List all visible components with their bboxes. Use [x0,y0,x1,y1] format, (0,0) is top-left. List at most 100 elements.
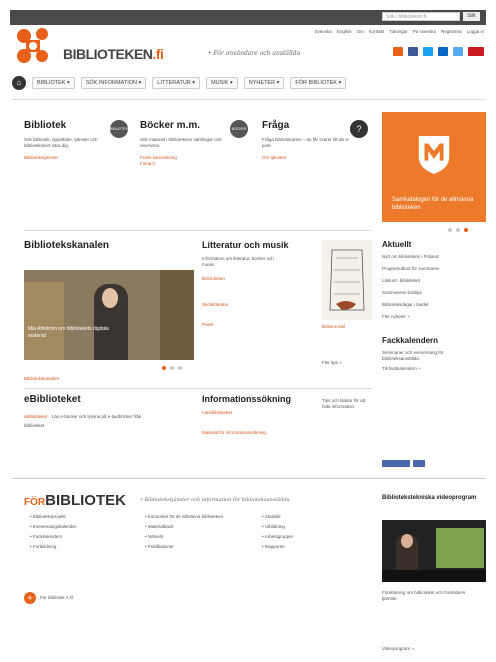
list-item[interactable]: • Rapporter [262,542,362,552]
fackkalendern-title[interactable]: Fackkalendern [382,336,486,345]
top-link[interactable]: Logga in [467,29,484,34]
nav-item-nyheter[interactable]: NYHETER ▾ [243,77,285,89]
video-player[interactable]: Mia Ahlström om bibliotekets digitala ma… [24,270,194,360]
promo-banner[interactable]: Samkatalogen för de allmänna biblioteken [382,112,486,222]
infosok-title[interactable]: Informationssökning [202,394,314,404]
pager-dot[interactable] [456,228,460,232]
twitter-icon[interactable] [423,47,433,56]
search-button[interactable]: Sök [463,12,480,21]
list-item[interactable]: • Evenemangskalender [30,522,130,532]
top-link[interactable]: Kontakt [369,29,384,34]
top-link[interactable]: English [337,29,352,34]
rss-icon[interactable] [393,47,403,56]
list-item[interactable]: • Statistik [262,512,362,522]
fraga-badge-icon[interactable]: ? [350,120,368,138]
ebib-link[interactable]: eBiblioteket [24,414,47,419]
nav-label: NYHETER [248,80,276,86]
footer-brand-prefix: FÖR [24,497,46,508]
home-icon[interactable]: ⌂ [12,76,26,90]
video-pager[interactable] [162,366,182,370]
videoprog-more[interactable]: Videoprogram » [382,646,414,652]
fackkalendern-more[interactable]: Till fackkalendern » [382,366,486,372]
list-item[interactable]: • Konsortiet för de allmänna biblioteken [145,512,245,522]
list-item[interactable]: • Publikationer [145,542,245,552]
bocker-link-2[interactable]: Finna.fi [140,161,250,167]
nav-item-sok-information[interactable]: SÖK INFORMATION ▾ [80,77,147,89]
pager-dot[interactable] [448,228,452,232]
facebook-icon[interactable] [408,47,418,56]
tagline: • För användare och anställda [208,50,301,57]
brand-title[interactable]: BIBLIOTEKEN.fi [63,46,164,62]
top-link[interactable]: Pa svenska [413,29,436,34]
bibkanal-title[interactable]: Bibliotekskanalen [24,240,109,251]
top-links: Svenska English Om Kontakt Tidningar Pa … [315,29,484,34]
videoprog-thumbnail[interactable] [382,520,486,582]
infosok-link[interactable]: Länkbiblioteket [202,410,314,416]
littmusik-link-text [202,308,278,314]
logo-icon[interactable] [12,26,62,66]
nav-item-bibliotek[interactable]: BIBLIOTEK ▾ [32,77,75,89]
video-band [382,570,486,582]
top-link[interactable]: Svenska [315,29,332,34]
list-item[interactable]: Sommarens boktips [382,290,472,296]
book-cover-image[interactable] [322,240,372,320]
share-button[interactable] [413,460,425,467]
aktuellt-box: Aktuellt Nytt om biblioteken i Finland P… [382,240,486,372]
linkedin-icon[interactable] [438,47,448,56]
bocker-badge-icon[interactable]: BÖCKER [230,120,248,138]
pager-dot[interactable] [170,366,174,370]
search-input[interactable]: Sök i biblioteken.fi [382,12,460,21]
pager-dot-active[interactable] [162,366,166,370]
list-item[interactable]: • Biblioteksprojekt [30,512,130,522]
share-icon[interactable] [453,47,463,56]
bibliotek-link[interactable]: Bibliotekstjänster [24,155,132,161]
videoprog-title[interactable]: Bibliotekstekniska videoprogram [382,494,486,502]
brand-prefix: BIBLIOTEKEN [63,46,153,62]
fraga-text: Fråga bibliotekarien – du får svaret til… [262,137,350,148]
face [102,288,118,308]
like-button[interactable] [382,460,410,467]
bibkanal-link[interactable]: Bibliotekskanalen [24,376,59,382]
footer-brand-main: BIBLIOTEK [45,492,126,509]
nav-item-litteratur[interactable]: LITTERATUR ▾ [152,77,201,89]
nav-label: LITTERATUR [157,80,191,86]
list-item[interactable]: • Nätverk [145,532,245,542]
littmusik-title[interactable]: Litteratur och musik [202,240,320,250]
nav-item-musik[interactable]: MUSIK ▾ [206,77,238,89]
infosok-link[interactable]: Material för informationssökning [202,430,288,436]
littmusik-link-text [202,282,278,294]
footer-more[interactable]: + För bibliotek A-Ö [24,592,74,604]
list-item[interactable]: • Utbildning [262,522,362,532]
bibliotek-badge-icon[interactable]: BIBLIOTEK [110,120,128,138]
list-item[interactable]: Biblioteksdagar i landet [382,302,472,308]
top-link[interactable]: Tidningar [389,29,408,34]
video-caption: Mia Ahlström om bibliotekets digitala ma… [28,326,109,339]
list-item[interactable]: • Arbetsgrupper [262,532,362,542]
screen [436,528,484,568]
book-title[interactable]: Bokens titel [322,324,372,330]
nav-item-for-bibliotek[interactable]: FÖR BIBLIOTEK ▾ [290,77,347,89]
footer-brand[interactable]: FÖRBIBLIOTEK [24,492,126,509]
promo-pager[interactable] [448,228,468,232]
bibliotek-text: Sök bibliotek, öppettider, tjänster och … [24,137,98,148]
top-link[interactable]: Om [357,29,364,34]
list-item[interactable]: • Materialbank [145,522,245,532]
list-item[interactable]: • Fortbildning [30,542,130,552]
aktuellt-more[interactable]: Fler nyheter » [382,314,486,320]
ebib-title[interactable]: eBiblioteket [24,394,184,405]
pager-dot[interactable] [178,366,182,370]
list-item[interactable]: Nytt om biblioteken i Finland [382,254,472,260]
list-item[interactable]: Läslust i biblioteket [382,278,472,284]
list-item[interactable]: Programutbud för sommaren [382,266,472,272]
fraga-link[interactable]: Om tjänsten [262,155,372,161]
aktuellt-title[interactable]: Aktuellt [382,240,486,249]
littmusik-more[interactable]: Fler tips » [322,360,342,366]
pager-dot-active[interactable] [464,228,468,232]
aktuellt-list: Nytt om biblioteken i Finland Programutb… [382,254,486,308]
list-item[interactable]: • Fackkalendern [30,532,130,542]
littmusik-link[interactable]: Poesi [202,322,320,328]
footer-col-1: • Biblioteksprojekt • Evenemangskalender… [30,512,130,552]
footer-more-label: För bibliotek A-Ö [40,595,74,600]
top-link[interactable]: Registrera [441,29,462,34]
youtube-icon[interactable] [468,47,484,56]
